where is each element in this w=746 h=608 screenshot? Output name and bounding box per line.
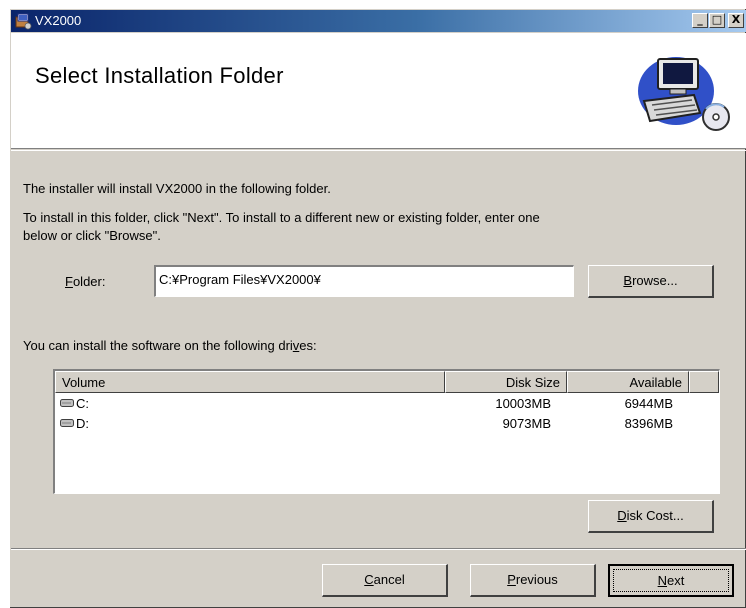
title-bar[interactable]: VX2000 _ □ X: [11, 10, 746, 32]
instructions-line-2: below or click "Browse".: [23, 228, 161, 243]
minimize-icon: _: [697, 13, 703, 26]
page-title: Select Installation Folder: [35, 63, 284, 88]
drives-list[interactable]: Volume Disk Size Available C: 10003MB 69…: [53, 369, 720, 494]
disk-cost-accel: D: [617, 508, 627, 523]
cancel-rest: ancel: [373, 572, 405, 587]
folder-label-accel: F: [65, 274, 73, 289]
table-row[interactable]: C: 10003MB 6944MB: [55, 395, 719, 413]
instructions-line-1: To install in this folder, click "Next".…: [23, 210, 540, 225]
browse-button[interactable]: Browse...: [588, 265, 714, 298]
close-icon: X: [731, 13, 741, 26]
intro-text: The installer will install VX2000 in the…: [23, 181, 331, 196]
hard-drive-icon: [60, 419, 74, 427]
maximize-icon: □: [711, 13, 723, 26]
header-banner: Select Installation Folder: [11, 33, 746, 149]
drive-available: 8396MB: [624, 416, 673, 431]
minimize-button[interactable]: _: [692, 13, 708, 28]
next-rest: ext: [667, 573, 685, 588]
next-button[interactable]: Next: [608, 564, 734, 597]
previous-accel: P: [507, 572, 516, 587]
drives-list-header: Volume Disk Size Available: [55, 371, 719, 393]
installer-app-icon: [15, 13, 32, 30]
previous-rest: revious: [515, 572, 558, 587]
browse-accel: B: [623, 273, 633, 288]
drives-label: You can install the software on the foll…: [23, 338, 317, 353]
disk-cost-button[interactable]: Disk Cost...: [588, 500, 714, 533]
installer-window: VX2000 _ □ X Select Installation Folder …: [9, 8, 746, 608]
drives-label-pre: You can install the software on the foll…: [23, 338, 293, 353]
close-button[interactable]: X: [728, 13, 744, 28]
maximize-button[interactable]: □: [709, 13, 725, 28]
column-header-filler: [689, 371, 719, 393]
column-header-available[interactable]: Available: [567, 371, 689, 393]
browse-rest: rowse...: [632, 273, 678, 288]
drives-label-post: es:: [299, 338, 317, 353]
drive-disk-size: 10003MB: [495, 396, 551, 411]
drive-available: 6944MB: [624, 396, 673, 411]
folder-label-rest: older:: [72, 274, 106, 289]
next-label: Next: [658, 573, 685, 588]
header-divider: [11, 150, 746, 151]
previous-button[interactable]: Previous: [470, 564, 596, 597]
footer-divider-highlight: [11, 549, 746, 550]
cancel-accel: C: [364, 572, 374, 587]
next-accel: N: [657, 573, 668, 588]
drive-volume: C:: [76, 396, 89, 411]
hard-drive-icon: [60, 399, 74, 407]
folder-path-input[interactable]: C:¥Program Files¥VX2000¥: [154, 265, 574, 297]
drive-disk-size: 9073MB: [502, 416, 551, 431]
table-row[interactable]: D: 9073MB 8396MB: [55, 415, 719, 433]
column-header-disk-size[interactable]: Disk Size: [445, 371, 567, 393]
folder-label: Folder:: [65, 274, 105, 289]
drive-volume: D:: [76, 416, 89, 431]
computer-with-disc-icon: [638, 57, 730, 131]
window-title: VX2000: [35, 13, 82, 28]
column-header-volume[interactable]: Volume: [55, 371, 445, 393]
cancel-button[interactable]: Cancel: [322, 564, 448, 597]
disk-cost-rest: isk Cost...: [626, 508, 684, 523]
